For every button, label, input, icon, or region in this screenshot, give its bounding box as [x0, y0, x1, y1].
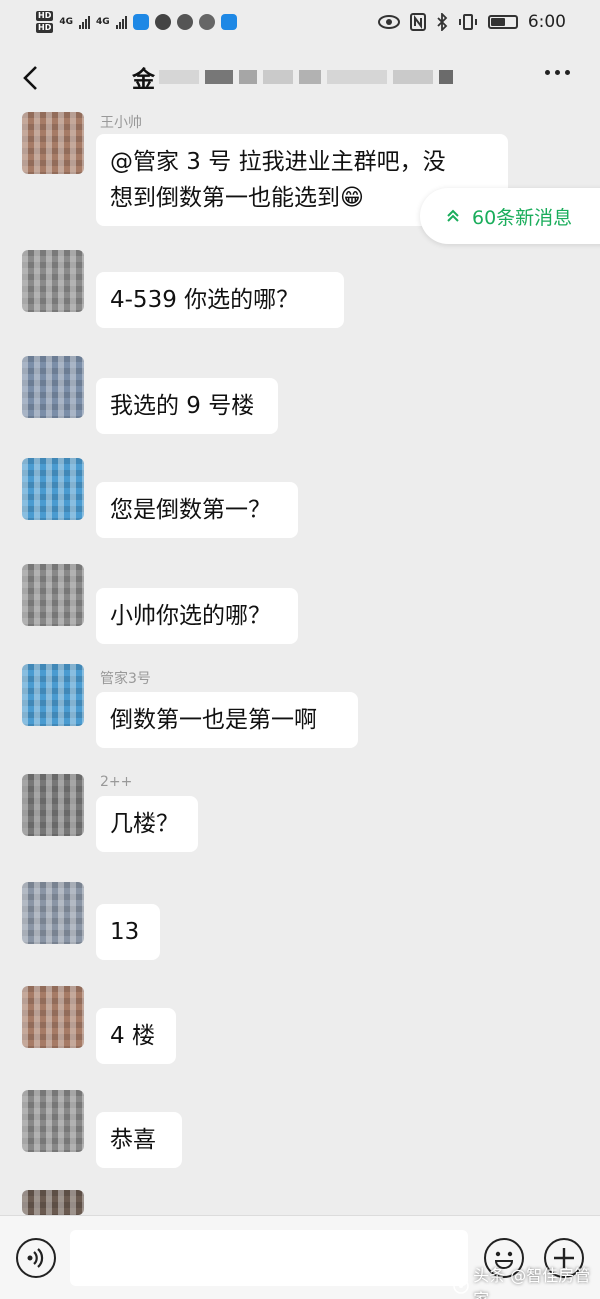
clock: 6:00 — [527, 12, 566, 32]
sender-name: 2++ — [100, 774, 133, 790]
message-text: 我选的 9 号楼 — [110, 393, 255, 419]
message-text: 恭喜 — [110, 1127, 156, 1153]
message-bubble[interactable]: 4-539 你选的哪？ — [96, 272, 344, 328]
search-app-icon — [132, 14, 149, 30]
network-type-1: 4G — [59, 17, 73, 27]
message-input[interactable] — [70, 1230, 468, 1286]
voice-icon[interactable] — [16, 1238, 56, 1278]
chat-app-icon — [198, 14, 215, 30]
message-text: 倒数第一也是第一啊 — [110, 707, 317, 733]
message-bubble[interactable]: 几楼？ — [96, 796, 198, 852]
status-right: 6:00 — [377, 12, 566, 32]
avatar[interactable] — [22, 356, 84, 418]
redacted-title — [159, 70, 453, 84]
avatar-partial[interactable] — [22, 1190, 84, 1215]
message-bubble[interactable]: 倒数第一也是第一啊 — [96, 692, 358, 748]
avatar[interactable] — [22, 458, 84, 520]
message-bubble[interactable]: 恭喜 — [96, 1112, 182, 1168]
status-bar: HD HD 4G 4G 6:00 — [0, 0, 600, 44]
vibrate-icon — [458, 14, 477, 30]
message-bubble[interactable]: 小帅你选的哪？ — [96, 588, 298, 644]
watermark-text: 头条 @智佳房管家 — [473, 1266, 591, 1299]
wechat-app-icon — [176, 14, 193, 30]
avatar[interactable] — [22, 1090, 84, 1152]
avatar[interactable] — [22, 112, 84, 174]
sender-name: 管家3号 — [100, 671, 151, 687]
status-left: HD HD 4G 4G — [36, 11, 237, 33]
chat-title: 金 — [132, 67, 155, 93]
avatar[interactable] — [22, 774, 84, 836]
message-text: 4 楼 — [110, 1023, 155, 1049]
double-chevron-up-icon — [447, 209, 459, 222]
more-dots-icon[interactable] — [545, 70, 570, 75]
new-messages-label: 60条新消息 — [472, 206, 573, 229]
message-text: 几楼？ — [110, 811, 179, 837]
battery-icon — [487, 15, 518, 29]
bulb-app-icon — [220, 14, 237, 30]
watermark: 头条 @智佳房管家 — [452, 1262, 600, 1299]
message-bubble[interactable]: 您是倒数第一？ — [96, 482, 298, 538]
avatar[interactable] — [22, 564, 84, 626]
chat-title-area: 金 — [132, 60, 453, 94]
signal-icon — [79, 15, 90, 29]
message-bubble[interactable]: 4 楼 — [96, 1008, 176, 1064]
compass-app-icon — [154, 14, 171, 30]
new-messages-pill[interactable]: 60条新消息 — [420, 188, 600, 244]
avatar[interactable] — [22, 664, 84, 726]
eye-icon — [377, 15, 400, 29]
chat-header: 金 — [0, 44, 600, 112]
hd-indicator: HD HD — [36, 11, 54, 33]
avatar[interactable] — [22, 250, 84, 312]
signal-icon-2 — [115, 15, 127, 29]
watermark-logo-icon — [453, 1278, 469, 1294]
message-bubble[interactable]: 13 — [96, 904, 160, 960]
bluetooth-icon — [437, 13, 448, 31]
back-chevron-icon[interactable] — [18, 64, 46, 92]
nfc-icon — [409, 13, 426, 31]
message-bubble[interactable]: 我选的 9 号楼 — [96, 378, 278, 434]
sender-name: 王小帅 — [100, 115, 142, 131]
avatar[interactable] — [22, 882, 84, 944]
message-text: 小帅你选的哪？ — [110, 603, 271, 629]
message-text: 您是倒数第一？ — [110, 497, 271, 523]
voice-waves-icon — [27, 1248, 44, 1268]
avatar[interactable] — [22, 986, 84, 1048]
network-type-2: 4G — [96, 17, 110, 27]
message-text: 4-539 你选的哪？ — [110, 287, 300, 313]
message-text-line1: @管家 3 号 拉我进业主群吧，没 — [110, 149, 446, 175]
message-text: 13 — [110, 919, 140, 945]
